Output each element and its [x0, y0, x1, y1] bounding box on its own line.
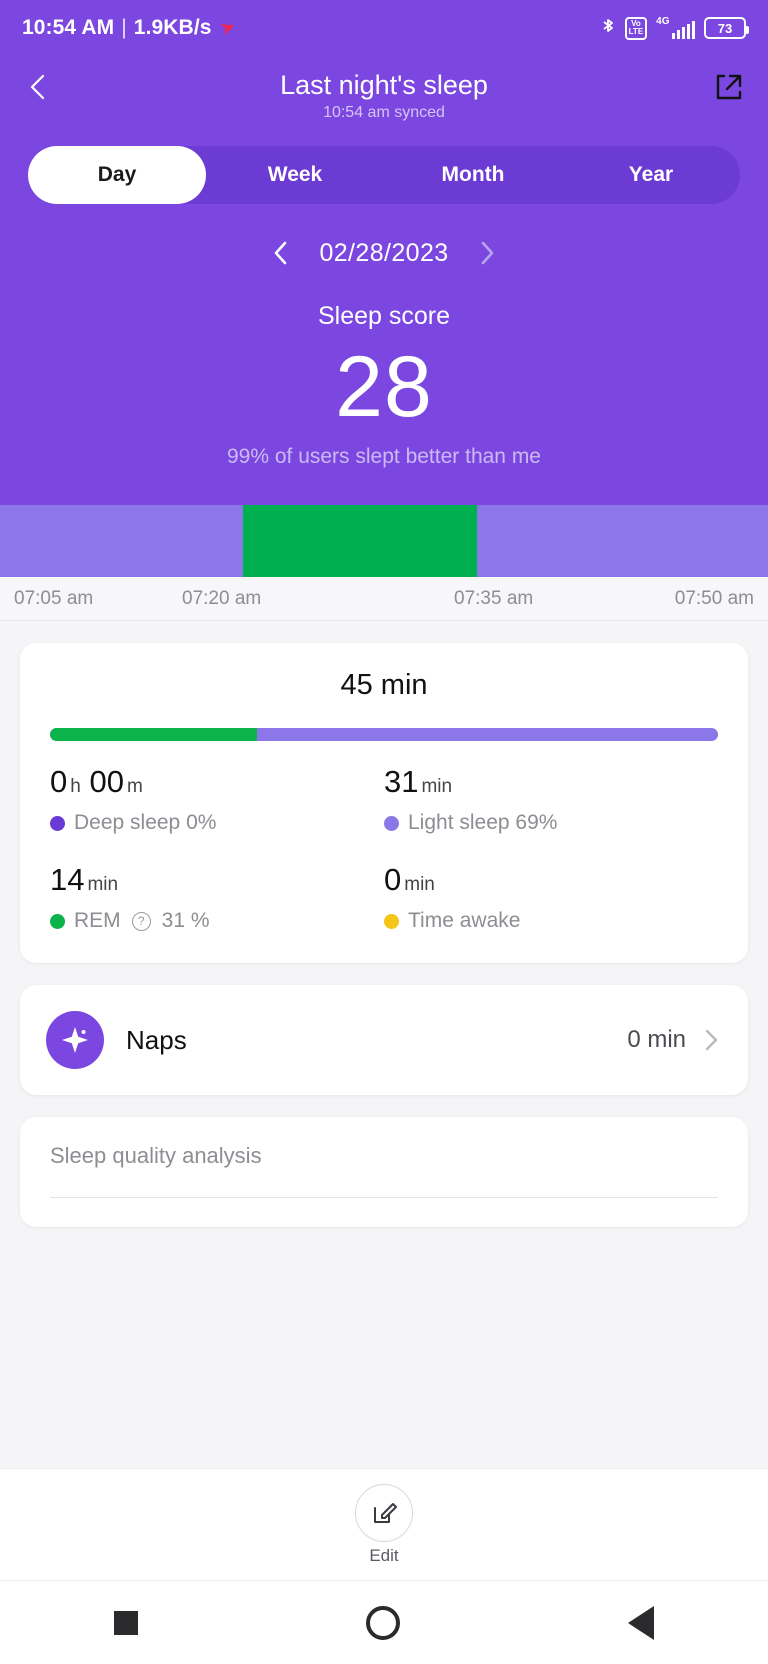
- period-tabs[interactable]: Day Week Month Year: [28, 146, 740, 204]
- circle-home-icon[interactable]: [366, 1605, 400, 1640]
- hero-section: Last night's sleep 10:54 am synced Day W…: [0, 56, 768, 505]
- total-sleep-duration: 45 min: [340, 669, 428, 701]
- network-speed: 1.9KB/s: [133, 16, 212, 39]
- status-separator: |: [121, 16, 127, 39]
- sync-status: 10:54 am synced: [323, 104, 445, 121]
- help-circle-icon[interactable]: ?: [131, 911, 151, 931]
- chevron-right-icon[interactable]: [475, 238, 499, 268]
- sparkle-star-icon: [46, 1011, 104, 1069]
- hypnogram-time-axis: 07:05 am 07:20 am 07:35 am 07:50 am: [0, 577, 768, 621]
- naps-label: Naps: [126, 1024, 187, 1055]
- light-sleep-label: Light sleep 69%: [384, 811, 718, 835]
- deep-sleep-value: 0h 00 m: [50, 764, 143, 799]
- date-selector: 02/28/2023: [0, 238, 768, 268]
- stat-cell-rem: 14 min REM ? 31 %: [50, 861, 384, 933]
- edit-bar[interactable]: Edit: [0, 1468, 768, 1580]
- back-chevron-icon[interactable]: [22, 70, 56, 104]
- battery-level: 73: [717, 20, 733, 36]
- tab-year[interactable]: Year: [562, 146, 740, 204]
- sleep-stats-card: 45 min 0h 00 m Deep sleep 0% 31 min Ligh…: [20, 643, 748, 963]
- sleep-detail-screen: 10:54 AM | 1.9KB/s ➤ Vo LTE 4G 73 Last n…: [0, 0, 768, 1664]
- share-external-icon[interactable]: [712, 70, 746, 104]
- network-type-label: 4G: [656, 16, 670, 27]
- square-recents-icon[interactable]: [114, 1610, 138, 1635]
- time-awake-label: Time awake: [384, 909, 718, 933]
- tab-day[interactable]: Day: [28, 146, 206, 204]
- tab-week[interactable]: Week: [206, 146, 384, 204]
- current-date[interactable]: 02/28/2023: [319, 239, 448, 268]
- battery-icon: 73: [704, 17, 749, 39]
- time-awake-dot: [384, 913, 399, 929]
- sleep-score-block: Sleep score 28 99% of users slept better…: [0, 268, 768, 505]
- sleep-composition-bar: [50, 728, 718, 741]
- status-bar-left: 10:54 AM | 1.9KB/s ➤: [22, 16, 238, 40]
- edit-pencil-icon[interactable]: [355, 1483, 413, 1542]
- bluetooth-icon: [600, 17, 616, 39]
- sleep-score-value: 28: [335, 339, 433, 435]
- axis-tick-3: 07:50 am: [674, 588, 754, 609]
- stat-cell-deep-sleep: 0h 00 m Deep sleep 0%: [50, 763, 384, 835]
- page-title: Last night's sleep: [280, 70, 488, 100]
- time-awake-value: 0 min: [384, 862, 435, 897]
- stat-cell-time-awake: 0 min Time awake: [384, 861, 718, 933]
- deep-sleep-label: Deep sleep 0%: [50, 811, 384, 835]
- android-nav-bar[interactable]: [0, 1580, 768, 1664]
- sleep-quality-card[interactable]: Sleep quality analysis: [20, 1117, 748, 1227]
- upload-arrow-icon: ➤: [217, 16, 238, 39]
- naps-card[interactable]: Naps 0 min: [20, 985, 748, 1095]
- axis-tick-1: 07:20 am: [182, 588, 262, 609]
- bar-segment-rem: [50, 728, 258, 741]
- app-bar-titles: Last night's sleep 10:54 am synced: [0, 68, 768, 122]
- axis-tick-0: 07:05 am: [14, 588, 94, 609]
- sleep-score-comparison: 99% of users slept better than me: [226, 445, 541, 468]
- chevron-left-icon[interactable]: [269, 238, 293, 268]
- sleep-stage-grid: 0h 00 m Deep sleep 0% 31 min Light sleep 6…: [50, 763, 718, 933]
- sleep-quality-title: Sleep quality analysis: [50, 1143, 262, 1168]
- edit-label: Edit: [369, 1545, 399, 1565]
- rem-value: 14 min: [50, 862, 119, 897]
- rem-dot: [50, 913, 65, 929]
- axis-tick-2: 07:35 am: [454, 588, 534, 609]
- volte-icon: Vo LTE: [624, 16, 648, 40]
- status-time: 10:54 AM: [22, 16, 115, 39]
- sleep-score-label: Sleep score: [317, 302, 451, 330]
- hypno-segment-light-1: [0, 505, 243, 577]
- deep-sleep-dot: [50, 815, 65, 831]
- main-content: 45 min 0h 00 m Deep sleep 0% 31 min Ligh…: [0, 621, 768, 1468]
- status-bar: 10:54 AM | 1.9KB/s ➤ Vo LTE 4G 73: [0, 0, 768, 56]
- rem-label: REM ? 31 %: [50, 909, 384, 933]
- hypno-segment-light-2: [476, 505, 768, 577]
- light-sleep-dot: [384, 815, 399, 831]
- light-sleep-value: 31 min: [384, 764, 453, 799]
- hypno-segment-rem: [242, 505, 477, 577]
- status-bar-right: Vo LTE 4G 73: [600, 16, 749, 40]
- divider: [50, 1197, 718, 1198]
- app-bar: Last night's sleep 10:54 am synced: [0, 56, 768, 138]
- naps-value: 0 min: [627, 1026, 686, 1053]
- stat-cell-light-sleep: 31 min Light sleep 69%: [384, 763, 718, 835]
- tab-month[interactable]: Month: [384, 146, 562, 204]
- signal-bars-icon: 4G: [656, 17, 695, 39]
- hypnogram-chart[interactable]: [0, 505, 768, 577]
- triangle-back-icon[interactable]: [628, 1605, 654, 1640]
- chevron-right-icon[interactable]: [700, 1027, 722, 1053]
